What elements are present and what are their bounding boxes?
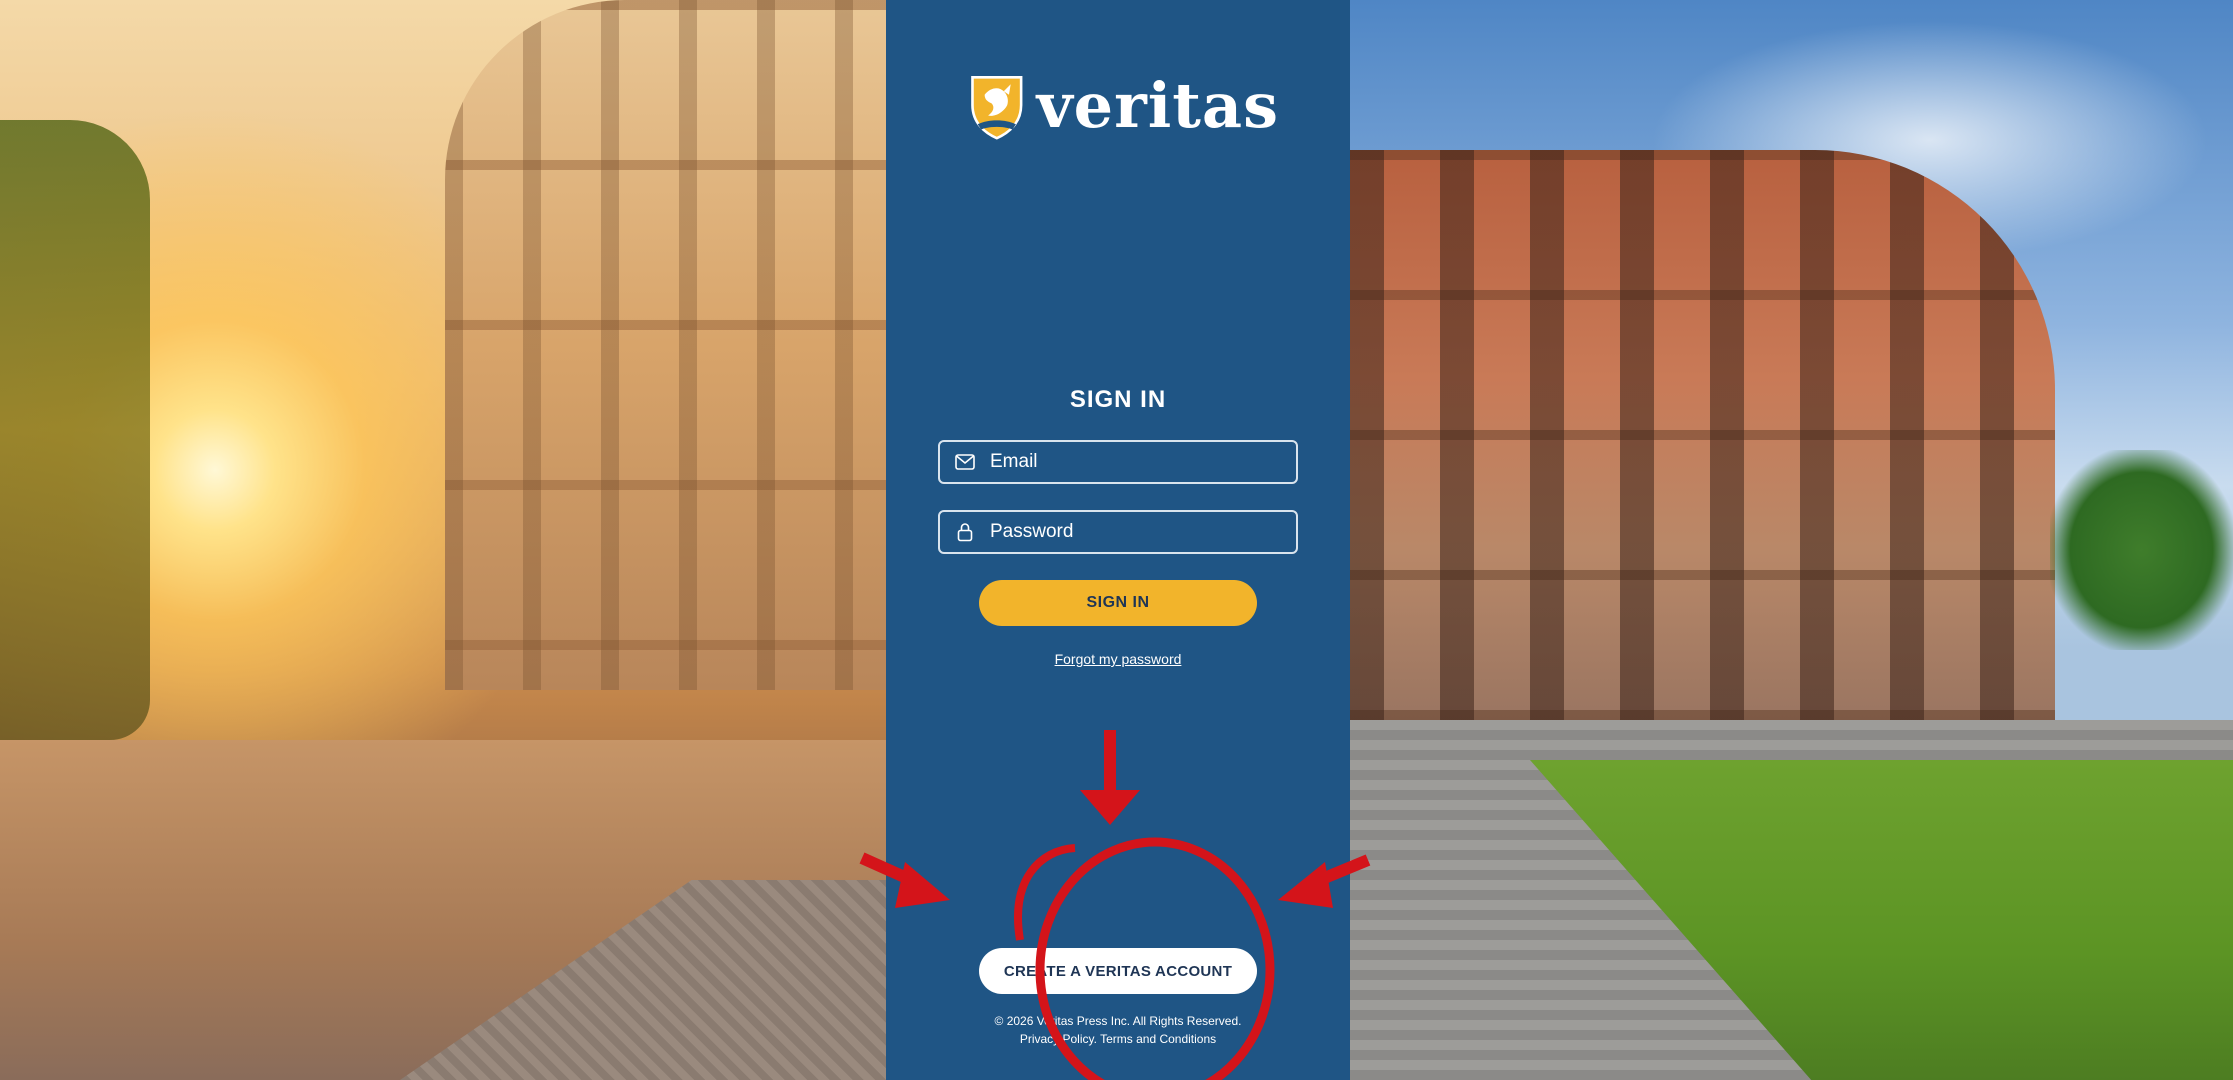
email-field[interactable]: [938, 440, 1298, 484]
signin-title: SIGN IN: [1069, 386, 1167, 413]
background-colosseum-left: [445, 0, 886, 690]
footer-links: Privacy Policy. Terms and Conditions: [886, 1030, 1350, 1048]
envelope-icon: [954, 451, 976, 473]
email-input[interactable]: [988, 450, 1292, 474]
forgot-password-link[interactable]: Forgot my password: [886, 651, 1350, 667]
veritas-logo[interactable]: veritas: [969, 66, 1279, 146]
signin-panel: veritas SIGN IN SIGN IN Forgot my passwo…: [886, 0, 1350, 1080]
background-photo-right: [1350, 0, 2233, 1080]
terms-link[interactable]: Terms and Conditions: [1100, 1032, 1216, 1046]
footer-copyright: © 2026 Veritas Press Inc. All Rights Res…: [994, 1014, 1242, 1028]
password-field[interactable]: [938, 510, 1298, 554]
griffin-shield-icon: [971, 76, 1023, 140]
password-input[interactable]: [988, 520, 1292, 544]
create-account-button[interactable]: CREATE A VERITAS ACCOUNT: [979, 948, 1257, 994]
brand-wordmark: veritas: [1036, 69, 1279, 142]
background-trees: [0, 120, 150, 740]
background-trees-right: [2050, 450, 2233, 650]
privacy-policy-link[interactable]: Privacy Policy.: [1020, 1032, 1097, 1046]
signin-button[interactable]: SIGN IN: [979, 580, 1257, 626]
background-photo-left: [0, 0, 886, 1080]
background-colosseum-right: [1350, 150, 2055, 720]
lock-icon: [954, 521, 976, 543]
